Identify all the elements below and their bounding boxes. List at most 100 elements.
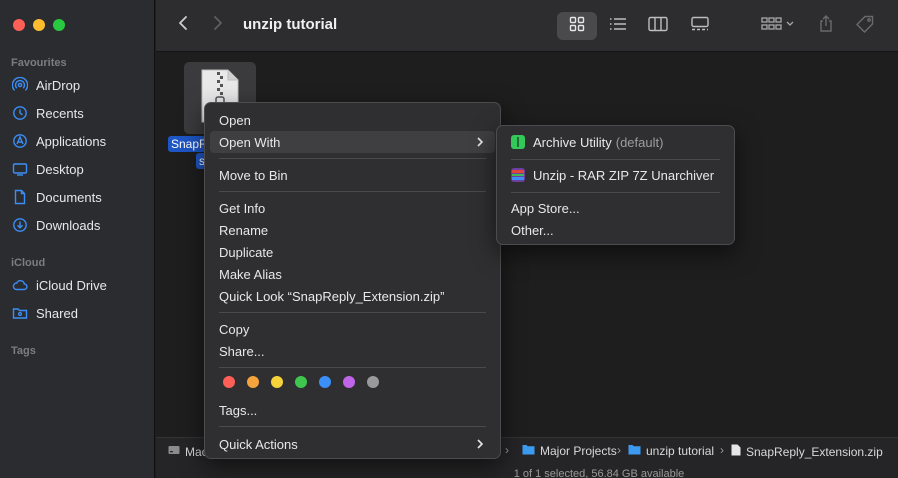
path-item-major-projects[interactable]: Major Projects: [522, 444, 617, 458]
list-view-button[interactable]: [600, 12, 636, 40]
submenu-item-app-store[interactable]: App Store...: [502, 197, 729, 219]
tag-green[interactable]: [295, 376, 307, 388]
menu-item-label: Tags...: [219, 402, 258, 418]
submenu-item-label: Other...: [511, 222, 554, 238]
tag-color-picker: [223, 376, 379, 388]
menu-item-label: Rename: [219, 222, 269, 238]
menu-item-quick-actions[interactable]: Quick Actions: [210, 433, 495, 455]
tag-red[interactable]: [223, 376, 235, 388]
submenu-item-label: Unzip - RAR ZIP 7Z Unarchiver: [533, 167, 715, 183]
context-menu: Open Open With Move to Bin Get Info Rena…: [204, 102, 501, 459]
open-with-submenu: Archive Utility (default) Unzip - RAR ZI…: [496, 125, 735, 245]
gallery-view-button[interactable]: [682, 12, 718, 40]
sidebar-item-documents[interactable]: Documents: [12, 186, 147, 208]
sidebar-item-label: iCloud Drive: [36, 277, 107, 293]
group-by-button[interactable]: [756, 12, 800, 40]
tag-icon: [856, 15, 874, 38]
window-title: unzip tutorial: [243, 16, 338, 33]
submenu-item-other[interactable]: Other...: [502, 219, 729, 241]
menu-item-get-info[interactable]: Get Info: [210, 197, 495, 219]
tag-blue[interactable]: [319, 376, 331, 388]
path-separator: ›: [720, 443, 724, 457]
menu-item-label: Quick Actions: [219, 436, 298, 452]
menu-item-move-to-bin[interactable]: Move to Bin: [210, 164, 495, 186]
menu-item-label: Open: [219, 112, 251, 128]
sidebar-item-icloud-drive[interactable]: iCloud Drive: [12, 274, 147, 296]
sidebar-section-tags: Tags: [11, 345, 36, 357]
submenu-item-archive-utility[interactable]: Archive Utility (default): [502, 131, 729, 153]
menu-item-share[interactable]: Share...: [210, 340, 495, 362]
menu-item-label: Open With: [219, 134, 281, 150]
desktop-icon: [12, 161, 28, 177]
path-item-zip-file[interactable]: SnapReply_Extension.zip: [731, 444, 883, 459]
share-button[interactable]: [812, 12, 840, 40]
tag-grey[interactable]: [367, 376, 379, 388]
sidebar-item-desktop[interactable]: Desktop: [12, 158, 147, 180]
sidebar-item-label: AirDrop: [36, 77, 81, 93]
status-bar: 1 of 1 selected, 56.84 GB available: [156, 463, 898, 478]
tag-orange[interactable]: [247, 376, 259, 388]
menu-item-make-alias[interactable]: Make Alias: [210, 263, 495, 285]
sidebar: Favourites AirDrop Recents Applications …: [0, 0, 155, 478]
hard-drive-icon: [168, 444, 180, 459]
sidebar-item-label: Downloads: [36, 217, 101, 233]
tag-button[interactable]: [851, 12, 879, 40]
sidebar-item-airdrop[interactable]: AirDrop: [12, 74, 147, 96]
tag-purple[interactable]: [343, 376, 355, 388]
menu-item-label: Make Alias: [219, 266, 282, 282]
default-badge: (default): [615, 134, 664, 150]
menu-item-quick-look[interactable]: Quick Look “SnapReply_Extension.zip”: [210, 285, 495, 307]
path-item-mac[interactable]: Mac: [168, 444, 208, 459]
sidebar-item-applications[interactable]: Applications: [12, 130, 147, 152]
chevron-left-icon: [178, 15, 188, 36]
column-view-button[interactable]: [640, 12, 676, 40]
menu-item-label: Share...: [219, 343, 265, 359]
sidebar-item-label: Applications: [36, 133, 107, 149]
submenu-item-unzip-app[interactable]: Unzip - RAR ZIP 7Z Unarchiver: [502, 164, 729, 186]
download-icon: [12, 217, 28, 233]
sidebar-item-recents[interactable]: Recents: [12, 102, 147, 124]
path-item-unzip-tutorial[interactable]: unzip tutorial: [628, 444, 714, 458]
zoom-button[interactable]: [53, 19, 65, 31]
icon-view-button[interactable]: [557, 12, 597, 40]
submenu-item-label: App Store...: [511, 200, 580, 216]
document-icon: [12, 189, 28, 205]
file-icon: [731, 444, 741, 459]
share-icon: [818, 14, 834, 38]
back-button[interactable]: [175, 15, 191, 36]
menu-item-label: Move to Bin: [219, 167, 288, 183]
menu-divider: [219, 191, 486, 192]
menu-item-label: Duplicate: [219, 244, 274, 260]
minimize-button[interactable]: [33, 19, 45, 31]
sidebar-item-label: Shared: [36, 305, 78, 321]
airdrop-icon: [12, 77, 28, 93]
sidebar-item-downloads[interactable]: Downloads: [12, 214, 147, 236]
toolbar: unzip tutorial: [156, 0, 898, 52]
forward-button[interactable]: [210, 15, 226, 34]
menu-item-rename[interactable]: Rename: [210, 219, 495, 241]
gallery-icon: [690, 16, 710, 37]
path-item-label: unzip tutorial: [646, 444, 715, 458]
menu-item-open[interactable]: Open: [210, 109, 495, 131]
clock-icon: [12, 105, 28, 121]
columns-icon: [648, 16, 668, 37]
cloud-icon: [12, 277, 28, 293]
chevron-right-icon: [475, 134, 485, 150]
sidebar-item-shared[interactable]: Shared: [12, 302, 147, 324]
menu-divider: [219, 367, 486, 368]
folder-icon: [628, 444, 641, 458]
path-item-label: Major Projects: [540, 444, 617, 458]
menu-item-label: Copy: [219, 321, 250, 337]
menu-divider: [219, 158, 486, 159]
sidebar-section-favourites: Favourites: [11, 57, 67, 69]
unarchiver-icon: [511, 168, 525, 182]
sidebar-item-label: Documents: [36, 189, 102, 205]
menu-item-tags[interactable]: Tags...: [210, 399, 495, 421]
path-separator: ›: [617, 443, 621, 457]
tag-yellow[interactable]: [271, 376, 283, 388]
menu-item-copy[interactable]: Copy: [210, 318, 495, 340]
menu-item-open-with[interactable]: Open With: [210, 131, 495, 153]
menu-divider: [511, 159, 720, 160]
menu-item-duplicate[interactable]: Duplicate: [210, 241, 495, 263]
close-button[interactable]: [13, 19, 25, 31]
